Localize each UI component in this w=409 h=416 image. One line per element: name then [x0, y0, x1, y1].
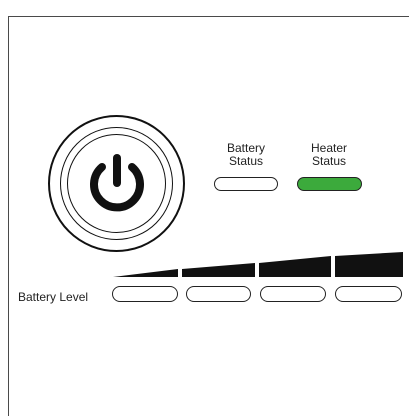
battery-level-indicator-1 — [112, 286, 178, 302]
battery-level-bar-3 — [259, 256, 331, 277]
battery-level-indicator-2 — [186, 286, 251, 302]
battery-level-bars — [113, 252, 403, 277]
battery-level-bar-4 — [335, 252, 403, 277]
battery-level-indicator-3 — [260, 286, 326, 302]
battery-level-bar-2 — [182, 263, 255, 277]
battery-level-indicator-4 — [335, 286, 402, 302]
battery-level-label: Battery Level — [18, 290, 89, 304]
battery-level-bar-1 — [113, 269, 178, 277]
